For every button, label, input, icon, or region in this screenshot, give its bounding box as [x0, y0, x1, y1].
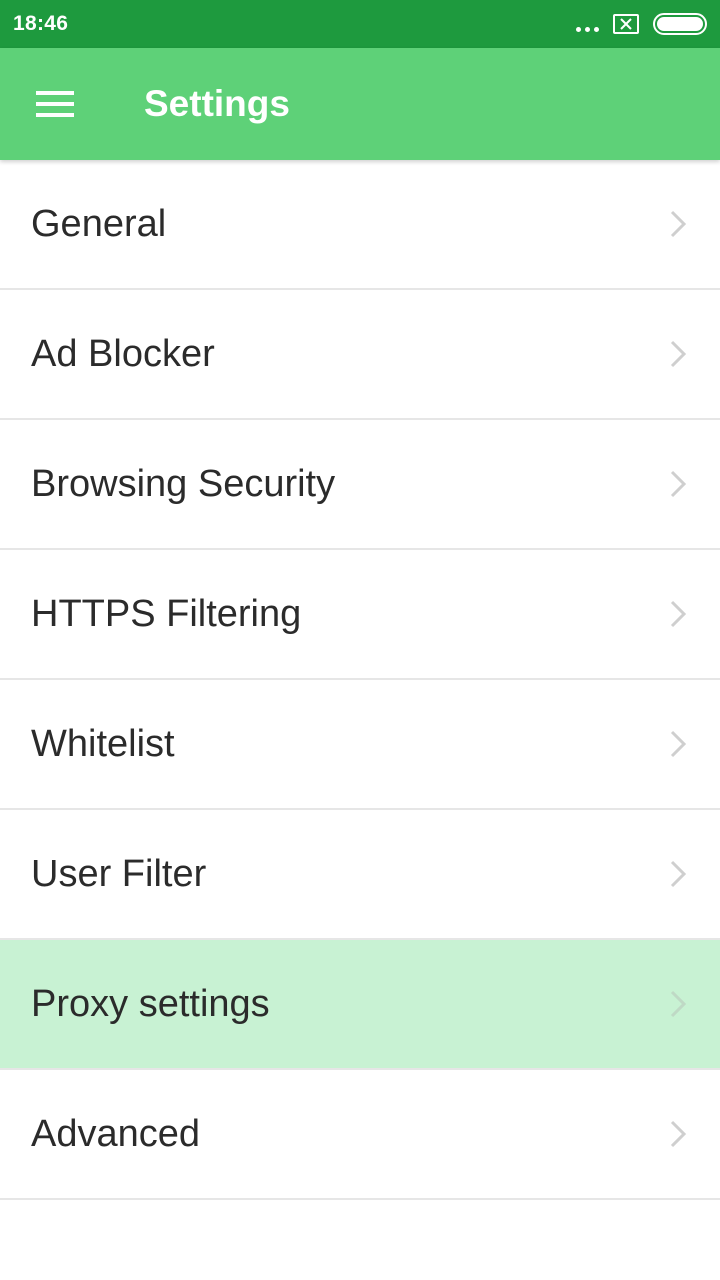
- settings-item-label: Ad Blocker: [31, 332, 215, 375]
- sim-no-service-icon: [613, 14, 639, 34]
- settings-item-label: User Filter: [31, 852, 207, 895]
- menu-button[interactable]: [0, 48, 112, 160]
- settings-item-label: General: [31, 202, 167, 245]
- settings-item-label: Proxy settings: [31, 982, 270, 1025]
- settings-item-label: Whitelist: [31, 722, 175, 765]
- settings-item-proxy-settings[interactable]: Proxy settings: [0, 940, 720, 1070]
- settings-item-user-filter[interactable]: User Filter: [0, 810, 720, 940]
- chevron-right-icon: [668, 988, 688, 1020]
- chevron-right-icon: [668, 858, 688, 890]
- settings-list: General Ad Blocker Browsing Security HTT…: [0, 160, 720, 1200]
- more-dots-icon: [576, 26, 599, 32]
- status-bar: 18:46: [0, 0, 720, 48]
- page-title: Settings: [144, 83, 290, 124]
- chevron-right-icon: [668, 208, 688, 240]
- chevron-right-icon: [668, 338, 688, 370]
- settings-item-whitelist[interactable]: Whitelist: [0, 680, 720, 810]
- settings-item-ad-blocker[interactable]: Ad Blocker: [0, 290, 720, 420]
- settings-item-label: Browsing Security: [31, 462, 336, 505]
- settings-item-label: Advanced: [31, 1112, 201, 1155]
- hamburger-menu-icon: [36, 91, 74, 117]
- settings-item-https-filtering[interactable]: HTTPS Filtering: [0, 550, 720, 680]
- battery-full-icon: [653, 13, 707, 35]
- settings-item-label: HTTPS Filtering: [31, 592, 302, 635]
- chevron-right-icon: [668, 1118, 688, 1150]
- settings-item-advanced[interactable]: Advanced: [0, 1070, 720, 1200]
- settings-item-browsing-security[interactable]: Browsing Security: [0, 420, 720, 550]
- settings-item-general[interactable]: General: [0, 160, 720, 290]
- chevron-right-icon: [668, 598, 688, 630]
- status-icons: [576, 13, 707, 35]
- status-time: 18:46: [13, 12, 69, 35]
- chevron-right-icon: [668, 468, 688, 500]
- app-bar: Settings: [0, 48, 720, 160]
- chevron-right-icon: [668, 728, 688, 760]
